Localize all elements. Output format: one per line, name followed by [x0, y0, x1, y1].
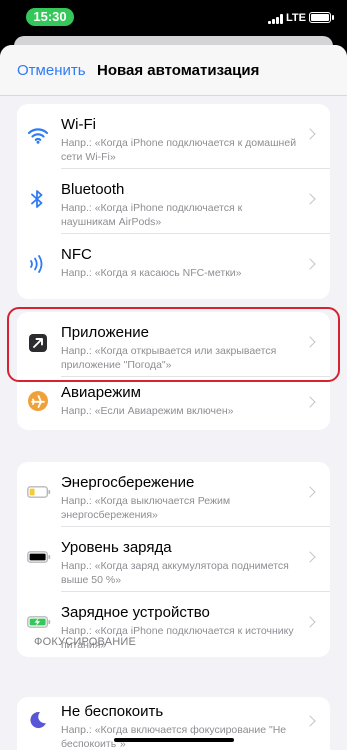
page-title: Новая автоматизация — [97, 62, 260, 79]
trigger-row-airplane[interactable]: Авиарежим Напр.: «Если Авиарежим включен… — [17, 377, 330, 430]
trigger-example: Напр.: «Если Авиарежим включен» — [61, 405, 234, 417]
trigger-title: Уровень заряда — [61, 539, 172, 556]
cancel-button[interactable]: Отменить — [17, 62, 86, 79]
trigger-row-battery-level[interactable]: Уровень заряда Напр.: «Когда заряд аккум… — [17, 527, 330, 592]
trigger-example: Напр.: «Когда выключается Режим энергосб… — [61, 495, 231, 521]
trigger-title: Зарядное устройство — [61, 604, 210, 621]
trigger-title: Авиарежим — [61, 384, 141, 401]
trigger-row-low-power[interactable]: Энергосбережение Напр.: «Когда выключает… — [17, 462, 330, 527]
chevron-right-icon — [304, 258, 316, 270]
focus-section-header: ФОКУСИРОВАНИЕ — [34, 636, 137, 648]
chevron-right-icon — [304, 715, 316, 727]
chevron-right-icon — [304, 551, 316, 563]
low-power-battery-icon — [27, 486, 51, 498]
trigger-title: Энергосбережение — [61, 474, 195, 491]
battery-level-icon — [27, 551, 51, 563]
trigger-title: Bluetooth — [61, 181, 125, 198]
nav-bar: Отменить Новая автоматизация — [0, 45, 347, 96]
wifi-icon — [27, 128, 49, 144]
chevron-right-icon — [304, 616, 316, 628]
home-indicator[interactable] — [114, 738, 234, 742]
chevron-right-icon — [304, 128, 316, 140]
battery-icon — [309, 12, 334, 23]
bluetooth-icon — [31, 190, 43, 208]
chevron-right-icon — [304, 396, 316, 408]
trigger-row-bluetooth[interactable]: Bluetooth Напр.: «Когда iPhone подключае… — [17, 169, 330, 234]
airplane-icon — [28, 391, 48, 411]
status-bar: 15:30 LTE — [0, 0, 347, 36]
trigger-example: Напр.: «Когда iPhone подключается к дома… — [61, 137, 297, 163]
trigger-example: Напр.: «Когда я касаюсь NFC‑метки» — [61, 267, 242, 279]
focus-card: Не беспокоить Напр.: «Когда включается ф… — [17, 697, 330, 750]
connectivity-card: Wi‑Fi Напр.: «Когда iPhone подключается … — [17, 104, 330, 299]
trigger-row-do-not-disturb[interactable]: Не беспокоить Напр.: «Когда включается ф… — [17, 697, 330, 750]
trigger-title: NFC — [61, 246, 92, 263]
trigger-example: Напр.: «Когда заряд аккумулятора подниме… — [61, 560, 289, 586]
power-card: Энергосбережение Напр.: «Когда выключает… — [17, 462, 330, 657]
trigger-row-wifi[interactable]: Wi‑Fi Напр.: «Когда iPhone подключается … — [17, 104, 330, 169]
cellular-signal-icon — [268, 14, 285, 24]
status-time[interactable]: 15:30 — [26, 8, 74, 26]
chevron-right-icon — [304, 486, 316, 498]
charger-icon — [27, 616, 51, 628]
highlight-frame — [7, 307, 340, 382]
network-type: LTE — [286, 12, 306, 24]
nfc-icon — [30, 255, 43, 273]
chevron-right-icon — [304, 193, 316, 205]
trigger-title: Wi‑Fi — [61, 116, 96, 133]
trigger-title: Не беспокоить — [61, 703, 164, 720]
trigger-row-nfc[interactable]: NFC Напр.: «Когда я касаюсь NFC‑метки» — [17, 234, 330, 299]
moon-icon — [30, 712, 46, 729]
trigger-example: Напр.: «Когда iPhone подключается к науш… — [61, 202, 243, 228]
trigger-example: Напр.: «Когда включается фокусирование "… — [61, 724, 287, 750]
